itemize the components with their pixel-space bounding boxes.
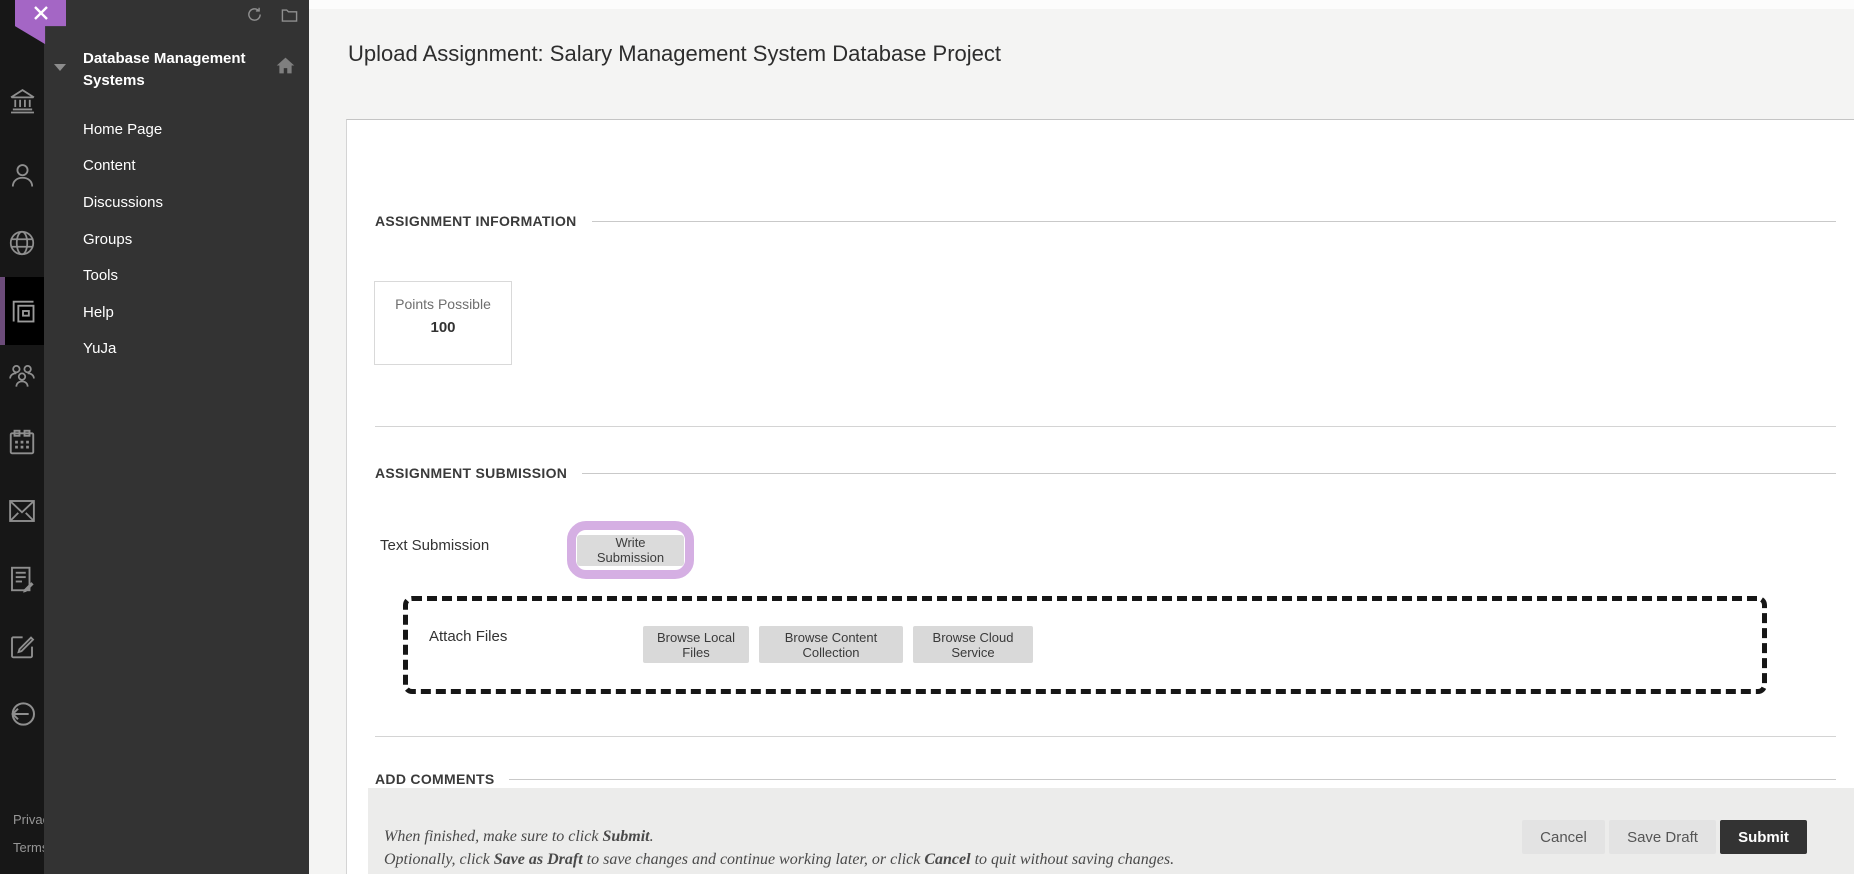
globe-icon[interactable] (0, 228, 44, 258)
add-comments-heading: ADD COMMENTS (375, 771, 494, 787)
menu-item-help[interactable]: Help (83, 294, 299, 331)
submission-instructions: When finished, make sure to click Submit… (384, 825, 1174, 871)
notes-icon[interactable] (0, 564, 44, 594)
menu-item-discussions[interactable]: Discussions (83, 184, 299, 221)
menu-item-groups[interactable]: Groups (83, 221, 299, 258)
submit-action-bar: When finished, make sure to click Submit… (368, 788, 1854, 874)
mail-icon[interactable] (0, 497, 44, 525)
compose-icon[interactable] (0, 631, 44, 661)
section-divider (375, 426, 1836, 427)
institution-icon[interactable] (0, 86, 44, 116)
courses-icon (9, 296, 37, 326)
section-assignment-information: ASSIGNMENT INFORMATION (375, 213, 1836, 229)
global-nav-rail: Privacy Terms (0, 0, 44, 874)
browse-local-files-button[interactable]: Browse Local Files (643, 626, 749, 663)
upload-assignment-page: Privacy Terms Database Management System… (0, 0, 1854, 874)
browse-cloud-service-button[interactable]: Browse Cloud Service (913, 626, 1033, 663)
section-add-comments: ADD COMMENTS (375, 771, 1836, 787)
close-icon (32, 4, 50, 22)
instruction-line-2: Optionally, click Save as Draft to save … (384, 848, 1174, 871)
assignment-submission-heading: ASSIGNMENT SUBMISSION (375, 465, 567, 481)
assignment-information-heading: ASSIGNMENT INFORMATION (375, 213, 577, 229)
refresh-icon[interactable] (246, 6, 263, 23)
home-icon[interactable] (275, 55, 296, 76)
assignment-form-panel: ASSIGNMENT INFORMATION Points Possible 1… (346, 119, 1854, 874)
menu-item-content[interactable]: Content (83, 148, 299, 185)
caret-down-icon[interactable] (54, 64, 66, 71)
top-strip (309, 0, 1854, 9)
text-submission-label: Text Submission (380, 537, 489, 554)
cancel-button[interactable]: Cancel (1522, 820, 1605, 854)
active-indicator-bar (0, 277, 5, 345)
attach-files-label: Attach Files (429, 628, 507, 645)
action-buttons: Cancel Save Draft Submit (1522, 820, 1807, 854)
menu-item-tools[interactable]: Tools (83, 257, 299, 294)
points-possible-label: Points Possible (375, 296, 511, 312)
browse-content-collection-button[interactable]: Browse Content Collection (759, 626, 903, 663)
instruction-line-1: When finished, make sure to click Submit… (384, 825, 1174, 848)
write-submission-highlight-ring: Write Submission (567, 521, 694, 579)
groups-icon[interactable] (0, 361, 44, 391)
logout-icon[interactable] (0, 698, 44, 730)
attach-files-dropzone[interactable] (403, 596, 1767, 694)
points-possible-box: Points Possible 100 (374, 281, 512, 365)
section-divider (375, 736, 1836, 737)
heading-rule (509, 779, 1836, 780)
write-submission-button[interactable]: Write Submission (577, 535, 684, 566)
course-title[interactable]: Database Management Systems (83, 48, 271, 92)
browse-buttons-row: Browse Local Files Browse Content Collec… (643, 626, 1033, 663)
submit-button[interactable]: Submit (1720, 820, 1807, 854)
points-possible-value: 100 (375, 319, 511, 336)
sidebar-item-courses-active[interactable] (0, 277, 45, 345)
course-menu-panel: Database Management Systems Home Page Co… (44, 0, 309, 874)
profile-icon[interactable] (0, 160, 44, 190)
folder-icon[interactable] (281, 7, 298, 23)
menu-item-home-page[interactable]: Home Page (83, 111, 299, 148)
heading-rule (582, 473, 1836, 474)
course-menu-list: Home Page Content Discussions Groups Too… (83, 111, 299, 367)
menu-item-yuja[interactable]: YuJa (83, 331, 299, 368)
page-title: Upload Assignment: Salary Management Sys… (348, 41, 1001, 67)
calendar-icon[interactable] (0, 427, 44, 457)
heading-rule (592, 221, 1836, 222)
section-assignment-submission: ASSIGNMENT SUBMISSION (375, 465, 1836, 481)
save-draft-button[interactable]: Save Draft (1609, 820, 1716, 854)
